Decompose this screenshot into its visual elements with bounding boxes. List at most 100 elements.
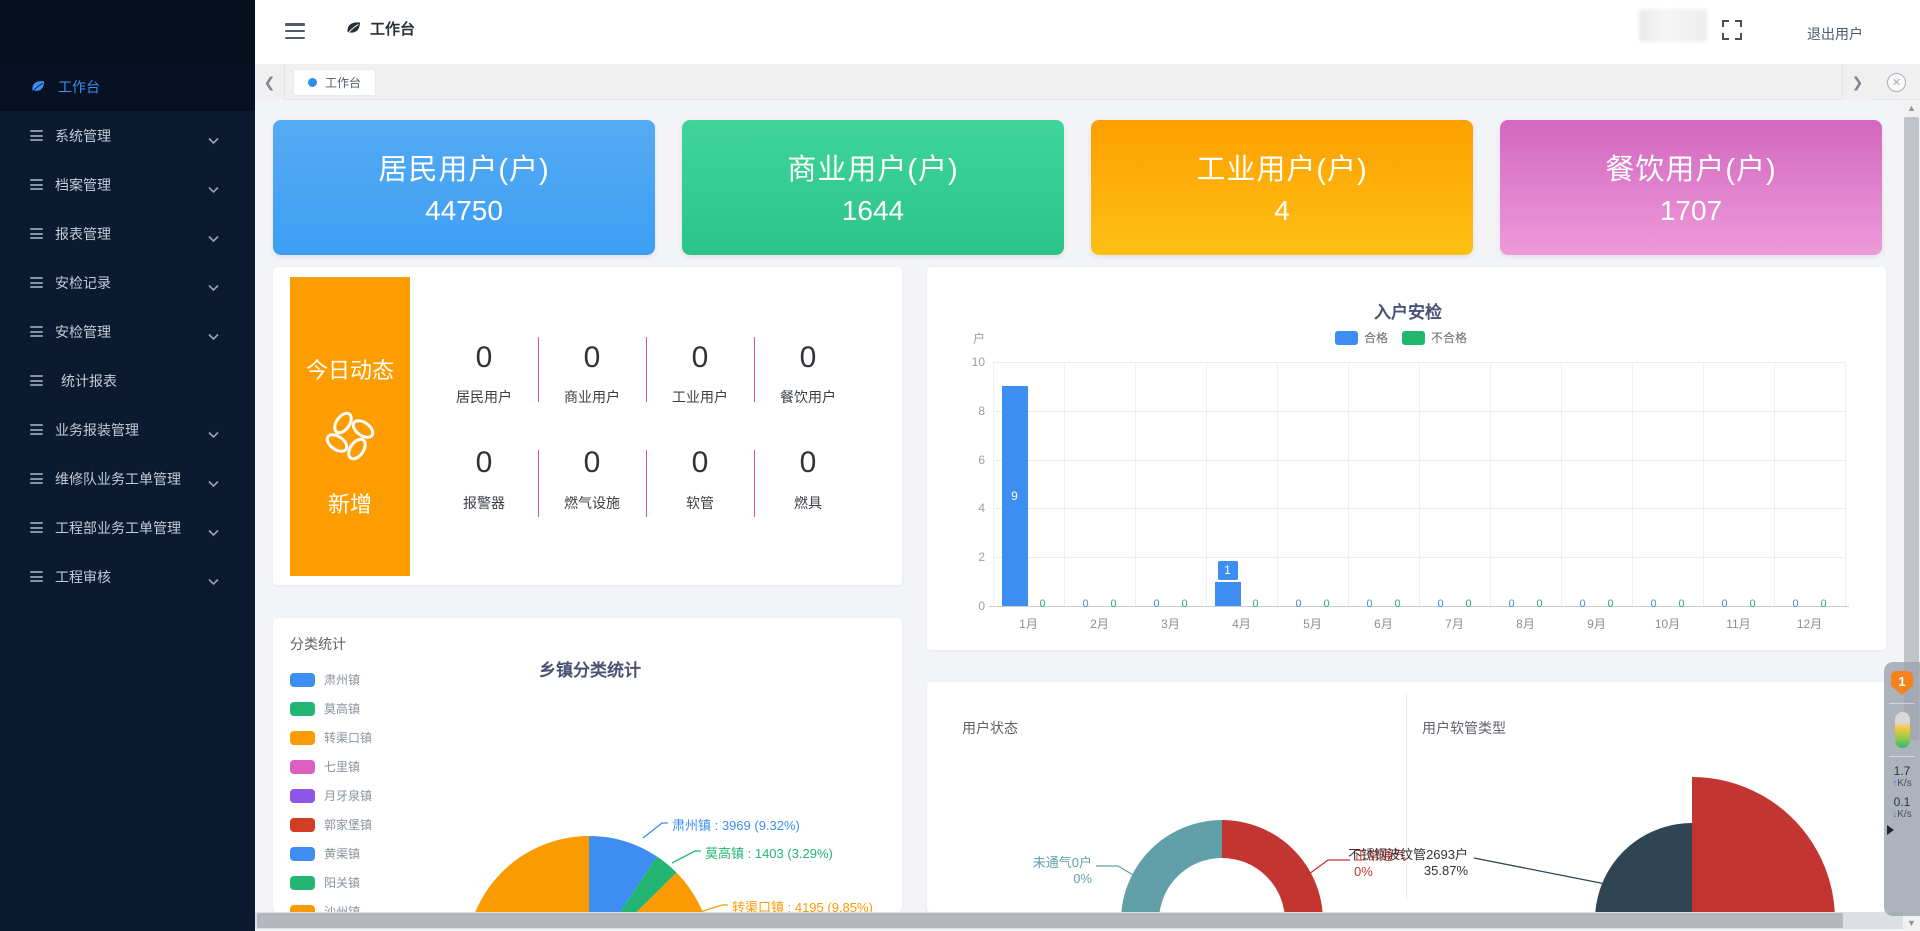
sidebar-item-工程审核[interactable]: 工程审核	[0, 552, 255, 601]
y-tick-label: 2	[955, 550, 985, 564]
today-stat-label: 商业用户	[532, 387, 652, 407]
y-axis-name: 户	[955, 330, 985, 347]
sidebar-item-安检管理[interactable]: 安检管理	[0, 307, 255, 356]
bar-zero-label: 0	[1508, 598, 1514, 610]
expand-caret-icon[interactable]	[1887, 825, 1894, 835]
sidebar-item-维修队业务工单管理[interactable]: 维修队业务工单管理	[0, 454, 255, 503]
legend-item-黄渠镇[interactable]: 黄渠镇	[290, 839, 372, 868]
today-stat-label: 报警器	[424, 493, 544, 513]
legend-label: 七里镇	[324, 758, 360, 775]
y-tick-label: 4	[955, 501, 985, 515]
today-panel: 今日动态 新增 0居民用户0商业用户0工业用户0餐饮用户0报警器0燃气设施0软管…	[273, 267, 902, 585]
sidebar-item-label: 工程审核	[55, 567, 111, 587]
vertical-scrollbar-thumb[interactable]	[1904, 117, 1919, 740]
bar-zero-label: 0	[1394, 598, 1400, 610]
today-orange-block[interactable]: 今日动态 新增	[290, 277, 410, 576]
chevron-down-icon	[208, 426, 219, 442]
bar-chart-legend[interactable]: 合格不合格	[1335, 329, 1481, 346]
legend-item-郭家堡镇[interactable]: 郭家堡镇	[290, 810, 372, 839]
logout-button[interactable]: 退出用户	[1807, 24, 1863, 44]
bar-合格[interactable]	[1215, 582, 1241, 606]
stat-card-1[interactable]: 居民用户(户)44750	[273, 120, 655, 255]
x-tick-label: 10月	[1655, 615, 1680, 632]
stat-card-value: 1644	[682, 195, 1064, 227]
bar-zero-label: 0	[1039, 598, 1045, 610]
tab-label: 工作台	[325, 74, 361, 91]
today-title: 今日动态	[290, 353, 410, 385]
tab-workbench[interactable]: 工作台	[293, 69, 376, 96]
today-stat-value: 0	[532, 341, 652, 375]
today-stat-value: 0	[640, 446, 760, 480]
tabs-scroll-right-icon[interactable]: ❯	[1842, 64, 1872, 100]
widget-divider	[1889, 703, 1915, 704]
legend-swatch	[1402, 331, 1425, 345]
today-stat-label: 燃气设施	[532, 493, 652, 513]
sidebar-item-档案管理[interactable]: 档案管理	[0, 160, 255, 209]
sidebar-item-报表管理[interactable]: 报表管理	[0, 209, 255, 258]
close-all-tabs-icon[interactable]: ✕	[1887, 73, 1906, 92]
sidebar-item-统计报表[interactable]: 统计报表	[0, 356, 255, 405]
today-stat-value: 0	[424, 341, 544, 375]
x-tick-label: 6月	[1374, 615, 1393, 632]
bar-value-label: 1	[1218, 561, 1238, 580]
gridline	[1064, 362, 1065, 606]
scroll-down-arrow-icon[interactable]: ▼	[1903, 915, 1920, 931]
scroll-up-arrow-icon[interactable]: ▲	[1903, 100, 1920, 116]
legend-item-转渠口镇[interactable]: 转渠口镇	[290, 723, 372, 752]
download-speed-value: 0.1	[1894, 796, 1911, 809]
sidebar-item-安检记录[interactable]: 安检记录	[0, 258, 255, 307]
chevron-down-icon	[208, 524, 219, 540]
y-tick-label: 0	[955, 599, 985, 613]
username-blurred[interactable]	[1639, 9, 1707, 42]
legend-swatch	[290, 731, 315, 745]
bar-zero-label: 0	[1820, 598, 1826, 610]
stat-card-2[interactable]: 商业用户(户)1644	[682, 120, 1064, 255]
fullscreen-icon[interactable]	[1722, 20, 1742, 40]
legend-label: 转渠口镇	[324, 729, 372, 746]
x-tick-label: 11月	[1726, 615, 1750, 632]
bar-zero-label: 0	[1749, 598, 1755, 610]
stat-card-value: 4	[1091, 195, 1473, 227]
legend-item-月牙泉镇[interactable]: 月牙泉镇	[290, 781, 372, 810]
x-tick-label: 9月	[1587, 615, 1606, 632]
x-axis-line	[989, 606, 1849, 607]
legend-item-莫高镇[interactable]: 莫高镇	[290, 694, 372, 723]
status-charts-panel: 用户状态 用户软管类型	[927, 682, 1886, 912]
tabs-scroll-left-icon[interactable]: ❮	[255, 64, 285, 100]
sidebar-item-系统管理[interactable]: 系统管理	[0, 111, 255, 160]
legend-item-阳关镇[interactable]: 阳关镇	[290, 868, 372, 897]
bar-zero-label: 0	[1366, 598, 1372, 610]
shield-badge-icon[interactable]: 1	[1891, 671, 1913, 695]
bar-zero-label: 0	[1465, 598, 1471, 610]
stat-card-4[interactable]: 餐饮用户(户)1707	[1500, 120, 1882, 255]
legend-swatch	[290, 876, 315, 890]
today-stat-label: 软管	[640, 493, 760, 513]
legend-item-七里镇[interactable]: 七里镇	[290, 752, 372, 781]
horizontal-scrollbar[interactable]	[255, 912, 1903, 929]
stat-card-3[interactable]: 工业用户(户)4	[1091, 120, 1473, 255]
leaf-icon	[345, 20, 362, 37]
gridline	[1561, 362, 1562, 606]
x-tick-label: 5月	[1303, 615, 1322, 632]
x-tick-label: 12月	[1797, 615, 1822, 632]
bar-zero-label: 0	[1437, 598, 1443, 610]
today-stat-label: 居民用户	[424, 387, 544, 407]
bar-zero-label: 0	[1579, 598, 1585, 610]
sidebar-menu: 工作台系统管理档案管理报表管理安检记录安检管理统计报表业务报装管理维修队业务工单…	[0, 62, 255, 601]
category-chart-panel: 分类统计 肃州镇莫高镇转渠口镇七里镇月牙泉镇郭家堡镇黄渠镇阳关镇沙州镇 乡镇分类…	[273, 618, 902, 912]
chevron-down-icon	[208, 475, 219, 491]
sidebar-item-工作台[interactable]: 工作台	[0, 62, 255, 111]
sidebar-item-业务报装管理[interactable]: 业务报装管理	[0, 405, 255, 454]
horizontal-scrollbar-thumb[interactable]	[257, 913, 1843, 928]
net-monitor-widget[interactable]: 1 1.7 ↑K/s 0.1 ↓K/s	[1884, 662, 1920, 916]
hamburger-menu-icon[interactable]	[285, 23, 305, 39]
sidebar-item-label: 安检记录	[55, 273, 111, 293]
legend-item-肃州镇[interactable]: 肃州镇	[290, 665, 372, 694]
legend-swatch	[290, 789, 315, 803]
download-speed-unit: K/s	[1897, 809, 1911, 820]
sidebar-item-工程部业务工单管理[interactable]: 工程部业务工单管理	[0, 503, 255, 552]
bar-zero-label: 0	[1110, 598, 1116, 610]
stat-card-title: 居民用户(户)	[273, 146, 655, 188]
bar-zero-label: 0	[1323, 598, 1329, 610]
menu-lines-icon	[30, 326, 43, 337]
